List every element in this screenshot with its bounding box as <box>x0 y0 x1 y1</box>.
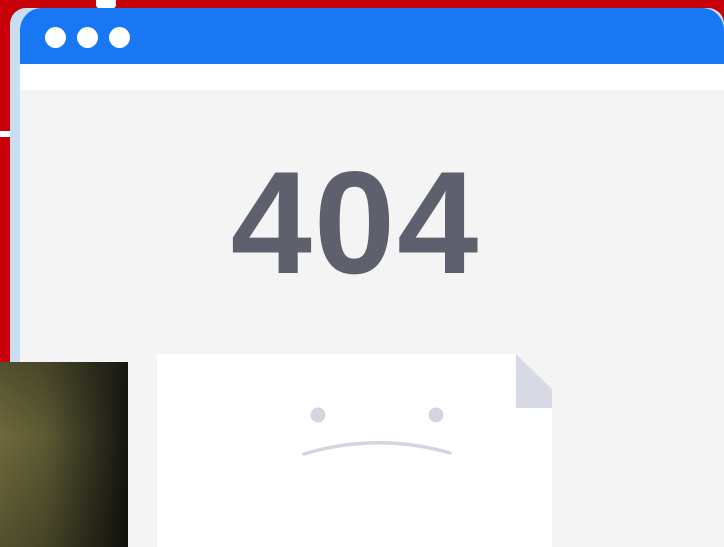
left-eye <box>310 407 326 423</box>
window-dot-icon[interactable] <box>77 27 98 48</box>
address-bar[interactable] <box>20 64 724 90</box>
sad-document-icon <box>157 354 552 547</box>
window-dot-icon[interactable] <box>45 27 66 48</box>
webcam-shade <box>0 362 128 547</box>
webcam-overlay <box>0 362 128 547</box>
right-eye <box>428 407 444 423</box>
window-dot-icon[interactable] <box>109 27 130 48</box>
document-fold-corner <box>516 354 552 408</box>
title-bar <box>20 8 724 64</box>
document-sheet <box>157 354 552 547</box>
backdrop-tab <box>96 0 116 8</box>
error-code-heading: 404 <box>230 141 481 304</box>
